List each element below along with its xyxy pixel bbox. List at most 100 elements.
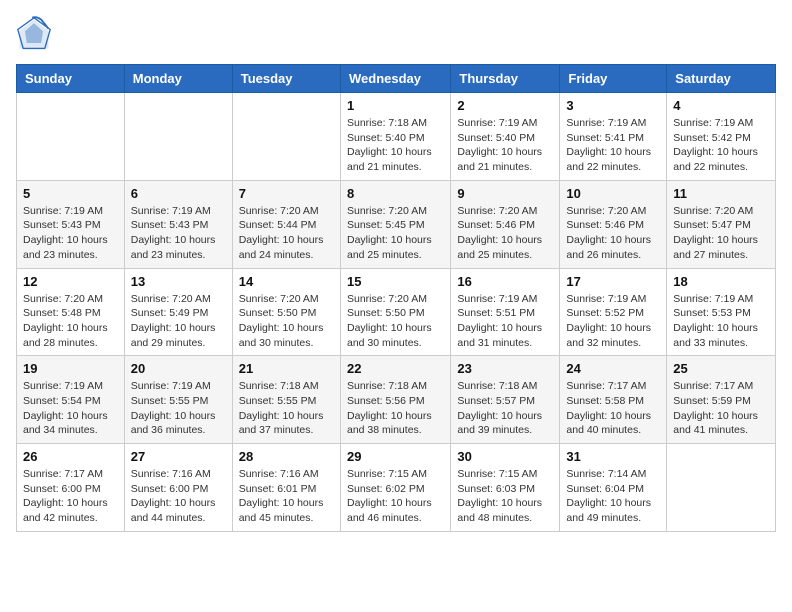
day-number: 4	[673, 98, 769, 113]
calendar-cell: 23 Sunrise: 7:18 AM Sunset: 5:57 PM Dayli…	[451, 356, 560, 444]
day-number: 14	[239, 274, 334, 289]
calendar-cell: 7 Sunrise: 7:20 AM Sunset: 5:44 PM Daylig…	[232, 180, 340, 268]
day-number: 7	[239, 186, 334, 201]
day-number: 1	[347, 98, 444, 113]
day-info: Sunrise: 7:17 AM Sunset: 5:58 PM Dayligh…	[566, 379, 660, 438]
calendar-cell: 5 Sunrise: 7:19 AM Sunset: 5:43 PM Daylig…	[17, 180, 125, 268]
calendar-cell: 14Sunrise: 7:20 AM Sunset: 5:50 PM Dayli…	[232, 268, 340, 356]
day-number: 15	[347, 274, 444, 289]
day-number: 24	[566, 361, 660, 376]
calendar-cell: 19 Sunrise: 7:19 AM Sunset: 5:54 PM Dayli…	[17, 356, 125, 444]
day-number: 3	[566, 98, 660, 113]
day-number: 16	[457, 274, 553, 289]
day-number: 23	[457, 361, 553, 376]
day-info: Sunrise: 7:16 AM Sunset: 6:00 PM Dayligh…	[131, 467, 226, 526]
day-info: Sunrise: 7:18 AM Sunset: 5:56 PM Dayligh…	[347, 379, 444, 438]
day-number: 5	[23, 186, 118, 201]
day-info: Sunrise: 7:19 AM Sunset: 5:54 PM Dayligh…	[23, 379, 118, 438]
day-number: 6	[131, 186, 226, 201]
day-info: Sunrise: 7:20 AM Sunset: 5:44 PM Dayligh…	[239, 204, 334, 263]
day-info: Sunrise: 7:19 AM Sunset: 5:53 PM Dayligh…	[673, 292, 769, 351]
day-number: 10	[566, 186, 660, 201]
page-header	[16, 16, 776, 52]
day-number: 8	[347, 186, 444, 201]
day-info: Sunrise: 7:16 AM Sunset: 6:01 PM Dayligh…	[239, 467, 334, 526]
calendar-cell	[667, 444, 776, 532]
day-info: Sunrise: 7:15 AM Sunset: 6:02 PM Dayligh…	[347, 467, 444, 526]
day-info: Sunrise: 7:14 AM Sunset: 6:04 PM Dayligh…	[566, 467, 660, 526]
logo	[16, 16, 58, 52]
day-info: Sunrise: 7:20 AM Sunset: 5:47 PM Dayligh…	[673, 204, 769, 263]
day-info: Sunrise: 7:19 AM Sunset: 5:43 PM Dayligh…	[23, 204, 118, 263]
day-info: Sunrise: 7:19 AM Sunset: 5:51 PM Dayligh…	[457, 292, 553, 351]
day-number: 29	[347, 449, 444, 464]
calendar-week-row: 26Sunrise: 7:17 AM Sunset: 6:00 PM Dayli…	[17, 444, 776, 532]
calendar-cell: 3Sunrise: 7:19 AM Sunset: 5:41 PM Daylig…	[560, 93, 667, 181]
calendar-cell: 11 Sunrise: 7:20 AM Sunset: 5:47 PM Dayli…	[667, 180, 776, 268]
day-number: 21	[239, 361, 334, 376]
calendar-cell: 17 Sunrise: 7:19 AM Sunset: 5:52 PM Dayli…	[560, 268, 667, 356]
day-number: 30	[457, 449, 553, 464]
header-saturday: Saturday	[667, 65, 776, 93]
day-info: Sunrise: 7:19 AM Sunset: 5:52 PM Dayligh…	[566, 292, 660, 351]
calendar-cell: 15 Sunrise: 7:20 AM Sunset: 5:50 PM Dayli…	[340, 268, 450, 356]
calendar-cell: 4 Sunrise: 7:19 AM Sunset: 5:42 PM Daylig…	[667, 93, 776, 181]
header-thursday: Thursday	[451, 65, 560, 93]
header-wednesday: Wednesday	[340, 65, 450, 93]
calendar-cell	[124, 93, 232, 181]
calendar-cell: 1 Sunrise: 7:18 AM Sunset: 5:40 PM Daylig…	[340, 93, 450, 181]
calendar-cell: 21 Sunrise: 7:18 AM Sunset: 5:55 PM Dayli…	[232, 356, 340, 444]
header-tuesday: Tuesday	[232, 65, 340, 93]
day-info: Sunrise: 7:19 AM Sunset: 5:43 PM Dayligh…	[131, 204, 226, 263]
day-number: 12	[23, 274, 118, 289]
day-info: Sunrise: 7:18 AM Sunset: 5:57 PM Dayligh…	[457, 379, 553, 438]
day-info: Sunrise: 7:18 AM Sunset: 5:40 PM Dayligh…	[347, 116, 444, 175]
calendar-week-row: 1 Sunrise: 7:18 AM Sunset: 5:40 PM Daylig…	[17, 93, 776, 181]
day-number: 27	[131, 449, 226, 464]
day-info: Sunrise: 7:20 AM Sunset: 5:48 PM Dayligh…	[23, 292, 118, 351]
calendar-cell: 10 Sunrise: 7:20 AM Sunset: 5:46 PM Dayli…	[560, 180, 667, 268]
day-info: Sunrise: 7:20 AM Sunset: 5:46 PM Dayligh…	[457, 204, 553, 263]
logo-icon	[16, 16, 52, 52]
day-info: Sunrise: 7:18 AM Sunset: 5:55 PM Dayligh…	[239, 379, 334, 438]
day-number: 28	[239, 449, 334, 464]
calendar-cell: 31Sunrise: 7:14 AM Sunset: 6:04 PM Dayli…	[560, 444, 667, 532]
day-number: 2	[457, 98, 553, 113]
day-number: 13	[131, 274, 226, 289]
calendar-cell: 22 Sunrise: 7:18 AM Sunset: 5:56 PM Dayli…	[340, 356, 450, 444]
calendar-cell: 18 Sunrise: 7:19 AM Sunset: 5:53 PM Dayli…	[667, 268, 776, 356]
calendar-cell: 29 Sunrise: 7:15 AM Sunset: 6:02 PM Dayli…	[340, 444, 450, 532]
calendar-cell: 9 Sunrise: 7:20 AM Sunset: 5:46 PM Daylig…	[451, 180, 560, 268]
header-friday: Friday	[560, 65, 667, 93]
day-number: 9	[457, 186, 553, 201]
calendar-cell: 24 Sunrise: 7:17 AM Sunset: 5:58 PM Dayli…	[560, 356, 667, 444]
calendar-cell: 20Sunrise: 7:19 AM Sunset: 5:55 PM Dayli…	[124, 356, 232, 444]
calendar-cell: 12 Sunrise: 7:20 AM Sunset: 5:48 PM Dayli…	[17, 268, 125, 356]
calendar-cell: 8Sunrise: 7:20 AM Sunset: 5:45 PM Daylig…	[340, 180, 450, 268]
calendar-cell: 28 Sunrise: 7:16 AM Sunset: 6:01 PM Dayli…	[232, 444, 340, 532]
calendar-cell: 27 Sunrise: 7:16 AM Sunset: 6:00 PM Dayli…	[124, 444, 232, 532]
day-number: 17	[566, 274, 660, 289]
day-info: Sunrise: 7:19 AM Sunset: 5:42 PM Dayligh…	[673, 116, 769, 175]
calendar-week-row: 12 Sunrise: 7:20 AM Sunset: 5:48 PM Dayli…	[17, 268, 776, 356]
header-monday: Monday	[124, 65, 232, 93]
calendar-cell: 26Sunrise: 7:17 AM Sunset: 6:00 PM Dayli…	[17, 444, 125, 532]
calendar-cell: 16 Sunrise: 7:19 AM Sunset: 5:51 PM Dayli…	[451, 268, 560, 356]
day-number: 19	[23, 361, 118, 376]
day-info: Sunrise: 7:19 AM Sunset: 5:55 PM Dayligh…	[131, 379, 226, 438]
day-info: Sunrise: 7:20 AM Sunset: 5:50 PM Dayligh…	[347, 292, 444, 351]
calendar-cell: 13 Sunrise: 7:20 AM Sunset: 5:49 PM Dayli…	[124, 268, 232, 356]
day-info: Sunrise: 7:20 AM Sunset: 5:49 PM Dayligh…	[131, 292, 226, 351]
day-number: 11	[673, 186, 769, 201]
calendar-week-row: 19 Sunrise: 7:19 AM Sunset: 5:54 PM Dayli…	[17, 356, 776, 444]
calendar-cell: 30 Sunrise: 7:15 AM Sunset: 6:03 PM Dayli…	[451, 444, 560, 532]
day-info: Sunrise: 7:20 AM Sunset: 5:46 PM Dayligh…	[566, 204, 660, 263]
calendar-table: Sunday Monday Tuesday Wednesday Thursday…	[16, 64, 776, 532]
calendar-cell	[17, 93, 125, 181]
day-number: 25	[673, 361, 769, 376]
calendar-cell	[232, 93, 340, 181]
day-number: 26	[23, 449, 118, 464]
day-info: Sunrise: 7:15 AM Sunset: 6:03 PM Dayligh…	[457, 467, 553, 526]
day-number: 18	[673, 274, 769, 289]
day-number: 22	[347, 361, 444, 376]
